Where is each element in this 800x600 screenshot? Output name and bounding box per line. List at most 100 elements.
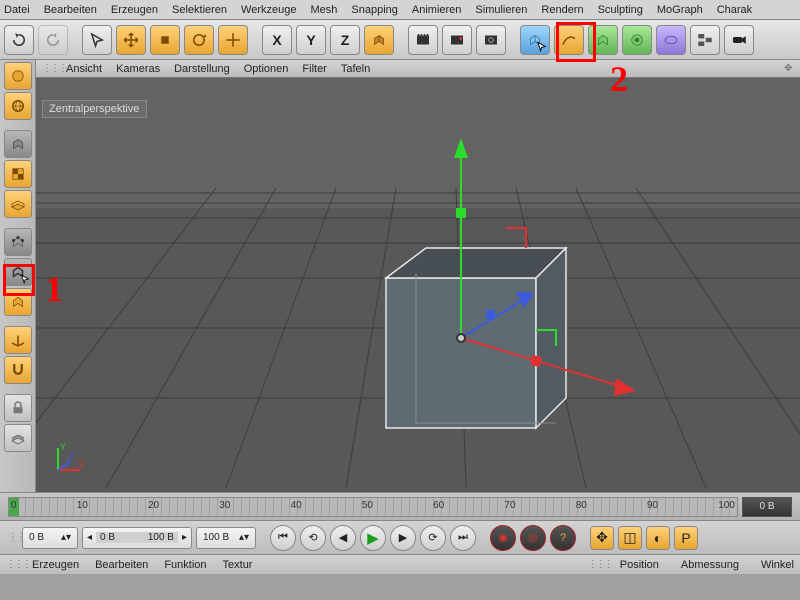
last-tool-button[interactable] <box>218 25 248 55</box>
timeline-ticks: 0102030405060708090100 <box>9 500 737 511</box>
model-mode-button[interactable] <box>4 62 32 90</box>
environment-button[interactable] <box>656 25 686 55</box>
label-abmessung: Abmessung <box>681 559 739 571</box>
play-button[interactable]: ▶ <box>360 525 386 551</box>
key-scale-button[interactable]: ◫ <box>618 526 642 550</box>
grip-icon[interactable]: ⋮⋮⋮ <box>588 559 598 571</box>
snap-button[interactable] <box>4 356 32 384</box>
view-optionen[interactable]: Optionen <box>244 63 289 75</box>
view-ansicht[interactable]: Ansicht <box>66 63 102 75</box>
lock-button[interactable] <box>4 394 32 422</box>
viewport-label: Zentralperspektive <box>42 100 147 118</box>
range-slider[interactable]: ◂ 0 B 100 B ▸ <box>82 527 192 549</box>
key-pos-button[interactable]: ✥ <box>590 526 614 550</box>
menu-snapping[interactable]: Snapping <box>351 4 398 16</box>
main-toolbar: X Y Z <box>0 20 800 60</box>
light-button[interactable] <box>724 25 754 55</box>
label-position: Position <box>620 559 659 571</box>
axis-indicator-icon: Y X Z <box>48 440 88 480</box>
points-mode-button[interactable] <box>4 228 32 256</box>
rotate-tool-button[interactable] <box>184 25 214 55</box>
menu-erzeugen[interactable]: Erzeugen <box>111 4 158 16</box>
current-frame-field[interactable]: 0 B▴▾ <box>22 527 78 549</box>
uv-mode-button[interactable] <box>4 160 32 188</box>
cursor-icon <box>536 41 547 52</box>
object-mode-button[interactable] <box>4 92 32 120</box>
view-darstellung[interactable]: Darstellung <box>174 63 230 75</box>
nav-icon[interactable]: ✥ <box>784 63 794 74</box>
scale-tool-button[interactable] <box>150 25 180 55</box>
tab-erzeugen[interactable]: Erzeugen <box>32 559 79 571</box>
timeline-track[interactable]: 0102030405060708090100 <box>8 497 738 517</box>
tab-bearbeiten[interactable]: Bearbeiten <box>95 559 148 571</box>
move-tool-button[interactable] <box>116 25 146 55</box>
grip-icon[interactable]: ⋮⋮⋮ <box>42 63 52 74</box>
menu-werkzeuge[interactable]: Werkzeuge <box>241 4 296 16</box>
axis-mode-button[interactable] <box>4 326 32 354</box>
camera-button[interactable] <box>690 25 720 55</box>
key-param-button[interactable]: P <box>674 526 698 550</box>
key-rot-button[interactable]: ◐ <box>646 526 670 550</box>
menu-datei[interactable]: Datei <box>4 4 30 16</box>
prev-key-button[interactable]: ⟲ <box>300 525 326 551</box>
deformer-button[interactable] <box>622 25 652 55</box>
grip-icon[interactable]: ⋮⋮⋮ <box>8 532 18 543</box>
svg-text:Z: Z <box>68 452 74 462</box>
svg-text:Y: Y <box>60 442 66 452</box>
next-frame-button[interactable]: ▶ <box>390 525 416 551</box>
bottom-bar: ⋮⋮⋮ Erzeugen Bearbeiten Funktion Textur … <box>0 554 800 574</box>
y-axis-button[interactable]: Y <box>296 25 326 55</box>
view-kameras[interactable]: Kameras <box>116 63 160 75</box>
primitive-cube-button[interactable] <box>520 25 550 55</box>
prev-frame-button[interactable]: ◀ <box>330 525 356 551</box>
view-filter[interactable]: Filter <box>302 63 326 75</box>
menu-rendern[interactable]: Rendern <box>541 4 583 16</box>
edges-mode-button[interactable] <box>4 258 32 286</box>
scene-icon <box>36 78 800 492</box>
keyframe-options-button[interactable]: ? <box>550 525 576 551</box>
record-button[interactable]: ◉ <box>490 525 516 551</box>
x-axis-button[interactable]: X <box>262 25 292 55</box>
timeline-end-field[interactable]: 0 B <box>742 497 792 517</box>
menu-selektieren[interactable]: Selektieren <box>172 4 227 16</box>
autokey-button[interactable]: ◎ <box>520 525 546 551</box>
menu-mesh[interactable]: Mesh <box>310 4 337 16</box>
end-frame-field[interactable]: 100 B▴▾ <box>196 527 256 549</box>
go-end-button[interactable]: ⏭ <box>450 525 476 551</box>
polygons-mode-button[interactable] <box>4 288 32 316</box>
z-axis-button[interactable]: Z <box>330 25 360 55</box>
grid-toggle-button[interactable] <box>4 424 32 452</box>
mode-panel <box>0 60 36 492</box>
viewport[interactable]: Zentralperspektive <box>36 78 800 492</box>
timeline[interactable]: 0102030405060708090100 0 B <box>0 492 800 520</box>
menu-mograph[interactable]: MoGraph <box>657 4 703 16</box>
undo-button[interactable] <box>4 25 34 55</box>
viewport-container: ⋮⋮⋮ Ansicht Kameras Darstellung Optionen… <box>36 60 800 492</box>
render-picture-button[interactable] <box>442 25 472 55</box>
menu-charakter[interactable]: Charak <box>717 4 752 16</box>
playback-bar: ⋮⋮⋮ 0 B▴▾ ◂ 0 B 100 B ▸ 100 B▴▾ ⏮ ⟲ ◀ ▶ … <box>0 520 800 554</box>
texture-mode-button[interactable] <box>4 130 32 158</box>
view-tafeln[interactable]: Tafeln <box>341 63 370 75</box>
select-tool-button[interactable] <box>82 25 112 55</box>
svg-text:X: X <box>78 460 84 470</box>
viewport-menu: ⋮⋮⋮ Ansicht Kameras Darstellung Optionen… <box>36 60 800 78</box>
tab-textur[interactable]: Textur <box>223 559 253 571</box>
menu-sculpting[interactable]: Sculpting <box>598 4 643 16</box>
render-view-button[interactable] <box>408 25 438 55</box>
tab-funktion[interactable]: Funktion <box>164 559 206 571</box>
cursor-icon <box>20 274 30 284</box>
menu-simulieren[interactable]: Simulieren <box>475 4 527 16</box>
redo-button[interactable] <box>38 25 68 55</box>
render-settings-button[interactable] <box>476 25 506 55</box>
menu-bearbeiten[interactable]: Bearbeiten <box>44 4 97 16</box>
go-start-button[interactable]: ⏮ <box>270 525 296 551</box>
spline-button[interactable] <box>554 25 584 55</box>
generator-button[interactable] <box>588 25 618 55</box>
workplane-button[interactable] <box>4 190 32 218</box>
grip-icon[interactable]: ⋮⋮⋮ <box>6 559 16 570</box>
next-key-button[interactable]: ⟳ <box>420 525 446 551</box>
coordinate-system-button[interactable] <box>364 25 394 55</box>
label-winkel: Winkel <box>761 559 794 571</box>
menu-animieren[interactable]: Animieren <box>412 4 462 16</box>
